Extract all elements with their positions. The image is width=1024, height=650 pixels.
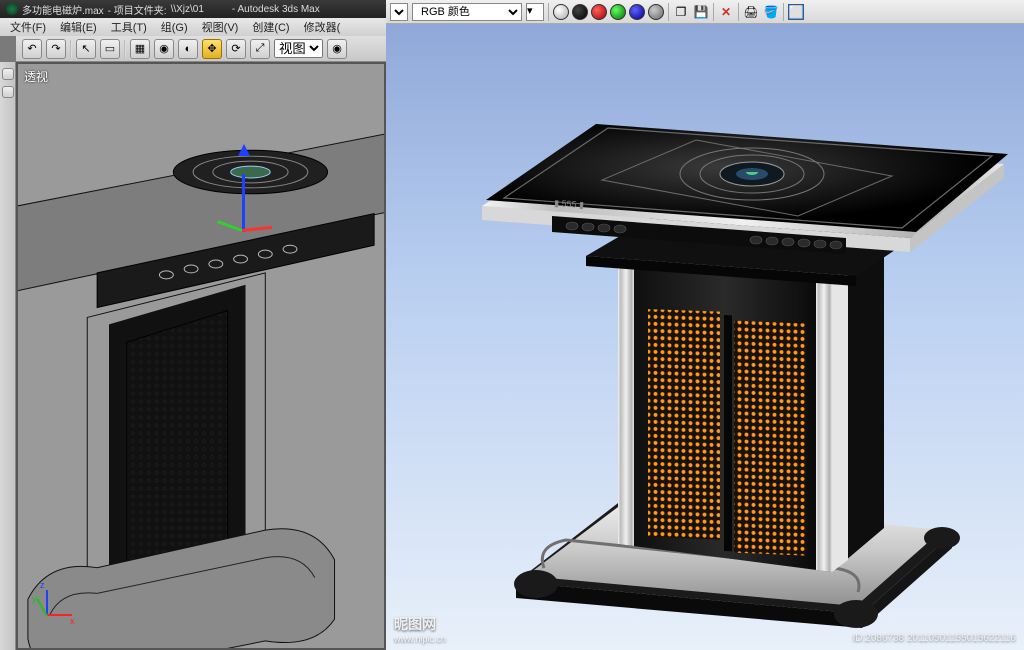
print-icon: 🖨 bbox=[743, 5, 758, 19]
menu-create[interactable]: 创建(C) bbox=[246, 19, 295, 35]
menu-tools[interactable]: 工具(T) bbox=[105, 19, 153, 35]
left-tool-1[interactable] bbox=[2, 68, 14, 80]
center-pivot-button[interactable]: ◉ bbox=[327, 39, 347, 59]
axis-tripod: z x y bbox=[38, 584, 78, 624]
blue-ball[interactable] bbox=[629, 4, 645, 20]
menu-modifiers[interactable]: 修改器( bbox=[298, 19, 347, 35]
undo-button[interactable]: ↶ bbox=[22, 39, 42, 59]
grey-ball[interactable] bbox=[648, 4, 664, 20]
menu-views[interactable]: 视图(V) bbox=[196, 19, 245, 35]
bucket-button[interactable]: 🪣 bbox=[763, 4, 779, 20]
menu-file[interactable]: 文件(F) bbox=[4, 19, 52, 35]
clone-button[interactable]: ❐ bbox=[673, 4, 689, 20]
watermark-site: 昵图网 bbox=[394, 616, 436, 632]
app-logo-icon bbox=[6, 3, 18, 15]
redo-icon: ↷ bbox=[51, 42, 60, 55]
close-button[interactable]: ✕ bbox=[718, 4, 734, 20]
separator bbox=[548, 3, 549, 21]
save-icon: 💾 bbox=[694, 5, 709, 19]
scale-icon: ⤢ bbox=[256, 42, 265, 55]
project-folder-prefix: - 项目文件夹: bbox=[108, 2, 167, 17]
save-button[interactable]: 💾 bbox=[693, 4, 709, 20]
black-ball[interactable] bbox=[572, 4, 588, 20]
separator bbox=[668, 3, 669, 21]
print-button[interactable]: 🖨 bbox=[743, 4, 759, 20]
filter-button[interactable]: ◉ bbox=[154, 39, 174, 59]
menu-edit[interactable]: 编辑(E) bbox=[54, 19, 103, 35]
app-name: - Autodesk 3ds Max bbox=[232, 4, 320, 15]
channel-dropdown-button[interactable]: ▾ bbox=[526, 3, 544, 21]
scale-button[interactable]: ⤢ bbox=[250, 39, 270, 59]
select-region-button[interactable]: ▭ bbox=[100, 39, 120, 59]
ref-coord-combo[interactable]: 视图 bbox=[274, 39, 323, 58]
separator bbox=[70, 40, 72, 58]
rotate-button[interactable]: ⟳ bbox=[226, 39, 246, 59]
select-name-button[interactable]: ▦ bbox=[130, 39, 150, 59]
rotate-icon: ⟳ bbox=[231, 42, 240, 55]
separator bbox=[783, 3, 784, 21]
separator bbox=[713, 3, 714, 21]
clone-icon: ❐ bbox=[676, 5, 687, 19]
redo-button[interactable]: ↷ bbox=[46, 39, 66, 59]
close-icon: ✕ bbox=[721, 5, 731, 19]
target-icon: ◉ bbox=[159, 42, 169, 55]
wireframe-render bbox=[18, 64, 384, 648]
cursor-button[interactable]: ↖ bbox=[76, 39, 96, 59]
watermark-url: www.nipic.cn bbox=[394, 634, 446, 644]
region-button[interactable]: ⬜ bbox=[788, 4, 804, 20]
watermark-left: 昵图网 www.nipic.cn bbox=[394, 614, 446, 644]
cursor-icon: ↖ bbox=[81, 42, 90, 55]
watermark-id: ID:2086738 20110501155015622116 bbox=[853, 633, 1017, 644]
render-output[interactable]: ▮ 555 ▮ 昵图网 www.nipic.cn ID:2086738 2011… bbox=[386, 24, 1024, 650]
paint-select-button[interactable]: ◐ bbox=[178, 39, 198, 59]
white-ball[interactable] bbox=[553, 4, 569, 20]
separator bbox=[124, 40, 126, 58]
move-icon: ✥ bbox=[207, 42, 216, 55]
render-window: RGB 颜色 ▾ ❐ 💾 ✕ 🖨 🪣 ⬜ bbox=[386, 0, 1024, 650]
move-button[interactable]: ✥ bbox=[202, 39, 222, 59]
select-icon: ▭ bbox=[105, 42, 115, 55]
menu-group[interactable]: 组(G) bbox=[155, 19, 194, 35]
pivot-icon: ◉ bbox=[332, 42, 342, 55]
left-toolbar bbox=[0, 62, 16, 650]
project-folder-path: \\Xjz\01 bbox=[171, 4, 204, 15]
left-tool-2[interactable] bbox=[2, 86, 14, 98]
region-icon: ⬜ bbox=[789, 5, 804, 19]
render-toolbar: RGB 颜色 ▾ ❐ 💾 ✕ 🖨 🪣 ⬜ bbox=[386, 0, 1024, 24]
green-ball[interactable] bbox=[610, 4, 626, 20]
channel-combo[interactable]: RGB 颜色 bbox=[412, 3, 522, 21]
red-ball[interactable] bbox=[591, 4, 607, 20]
half-icon: ◐ bbox=[185, 43, 192, 55]
rendered-model: ▮ 555 ▮ bbox=[386, 24, 1024, 650]
perspective-viewport[interactable]: 透视 z bbox=[16, 62, 386, 650]
list-icon: ▦ bbox=[135, 42, 145, 55]
doc-title: 多功能电磁炉.max bbox=[22, 2, 104, 17]
bucket-icon: 🪣 bbox=[764, 5, 779, 19]
main-toolbar: ↶ ↷ ↖ ▭ ▦ ◉ ◐ ✥ ⟳ ⤢ 视图 ◉ bbox=[16, 36, 386, 62]
separator bbox=[738, 3, 739, 21]
svg-text:▮ 555 ▮: ▮ 555 ▮ bbox=[554, 198, 585, 210]
area-combo[interactable] bbox=[390, 3, 408, 21]
undo-icon: ↶ bbox=[27, 42, 36, 55]
